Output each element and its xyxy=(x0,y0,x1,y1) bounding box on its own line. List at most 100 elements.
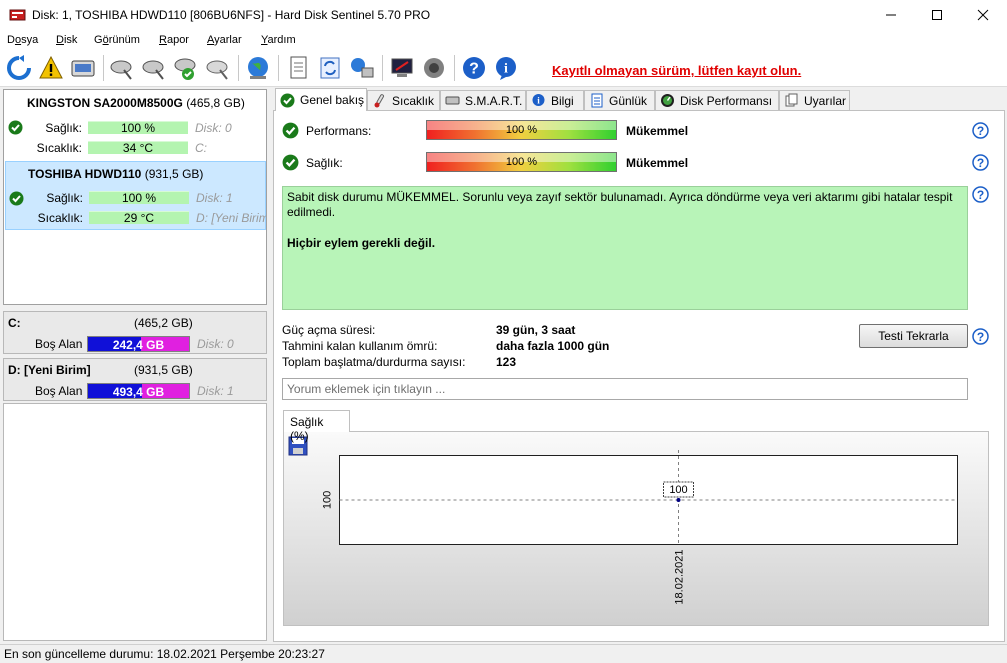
retest-button[interactable]: Testi Tekrarla xyxy=(859,324,968,348)
disk-number: Disk: 0 xyxy=(197,337,234,351)
ok-check-icon xyxy=(282,122,299,139)
left-empty-area xyxy=(3,403,267,641)
info-icon: i xyxy=(532,94,545,106)
partition-item-d[interactable]: D: [Yeni Birim] (931,5 GB) Boş Alan 493,… xyxy=(3,358,267,401)
drive-info-icon[interactable] xyxy=(69,54,97,82)
temperature-label: Sıcaklık: xyxy=(36,141,82,155)
temperature-bar: 34 °C xyxy=(88,141,188,154)
partition-name: D: [Yeni Birim] xyxy=(8,363,91,377)
tab-temperature[interactable]: Sıcaklık xyxy=(367,90,440,110)
help-icon[interactable]: ? xyxy=(972,186,989,203)
status-text: Sabit disk durumu MÜKEMMEL. Sorunlu veya… xyxy=(287,190,953,219)
status-action: Hiçbir eylem gerekli değil. xyxy=(287,236,436,250)
health-chart: 100 100 18.02.2021 xyxy=(322,450,958,605)
refresh-icon[interactable] xyxy=(5,54,33,82)
performance-bar: 100 % xyxy=(426,120,617,140)
globe-icon[interactable] xyxy=(244,54,272,82)
menu-gorunum[interactable]: Görünüm xyxy=(94,34,140,46)
maximize-button[interactable] xyxy=(914,0,960,30)
toolbar-separator xyxy=(278,55,279,81)
svg-text:?: ? xyxy=(977,330,984,344)
ok-check-icon xyxy=(280,93,295,107)
sound-icon[interactable] xyxy=(420,54,448,82)
ok-check-icon xyxy=(282,154,299,171)
minimize-button[interactable] xyxy=(868,0,914,30)
disk-test-icon[interactable] xyxy=(108,54,136,82)
disk-item-toshiba[interactable]: TOSHIBA HDWD110 (931,5 GB) Sağlık: 100 %… xyxy=(5,161,266,230)
tab-overview[interactable]: Genel bakış xyxy=(275,88,367,111)
temperature-bar: 29 °C xyxy=(89,211,189,224)
tab-alerts[interactable]: Uyarılar xyxy=(779,90,850,110)
free-space-bar: 493,4 GB xyxy=(87,383,190,399)
maximize-icon xyxy=(932,10,942,20)
disk-surface-icon[interactable] xyxy=(140,54,168,82)
partition-item-c[interactable]: C: (465,2 GB) Boş Alan 242,4 GB Disk: 0 xyxy=(3,311,267,354)
ok-check-icon xyxy=(9,191,24,206)
lifetime-label: Tahmini kalan kullanım ömrü: xyxy=(282,339,438,353)
start-stop-value: 123 xyxy=(496,355,517,369)
performance-label: Performans: xyxy=(306,124,372,138)
partition-size: (465,2 GB) xyxy=(134,316,193,330)
chart-data-point xyxy=(676,498,681,502)
help-icon[interactable]: ? xyxy=(460,54,488,82)
menu-rapor[interactable]: Rapor xyxy=(159,34,189,46)
chart-point-label: 100 xyxy=(669,484,687,496)
window-title: Disk: 1, TOSHIBA HDWD110 [806BU6NFS] - H… xyxy=(32,8,431,22)
disk-ok-icon[interactable] xyxy=(172,54,200,82)
disk-number: Disk: 1 xyxy=(197,384,234,398)
tab-disk-performance[interactable]: Disk Performansı xyxy=(655,90,779,110)
performance-rating: Mükemmel xyxy=(626,124,689,138)
menu-yardim[interactable]: Yardım xyxy=(261,34,296,46)
health-label: Sağlık: xyxy=(45,121,82,135)
power-on-label: Güç açma süresi: xyxy=(282,323,376,337)
disk-number: Disk: 1 xyxy=(196,191,233,205)
hard-disk-sentinel-logo-icon xyxy=(9,9,26,21)
monitor-icon[interactable] xyxy=(388,54,416,82)
toolbar-separator xyxy=(382,55,383,81)
health-value: 100 % xyxy=(505,156,538,168)
disk-number: Disk: 0 xyxy=(195,121,232,135)
alerts-icon xyxy=(785,93,798,107)
status-description: Sabit disk durumu MÜKEMMEL. Sorunlu veya… xyxy=(282,186,968,310)
performance-value: 100 % xyxy=(505,124,538,136)
report-icon[interactable] xyxy=(284,54,312,82)
toolbar-separator xyxy=(103,55,104,81)
health-bar: 100 % xyxy=(426,152,617,172)
svg-text:?: ? xyxy=(977,156,984,170)
menu-bar xyxy=(0,30,1007,50)
help-icon[interactable]: ? xyxy=(972,328,989,345)
temperature-label: Sıcaklık: xyxy=(37,211,83,225)
menu-ayarlar[interactable]: Ayarlar xyxy=(207,34,242,46)
comment-input[interactable]: Yorum eklemek için tıklayın ... xyxy=(282,378,968,400)
tab-smart[interactable]: S.M.A.R.T. xyxy=(440,90,526,110)
free-space-value: 242,4 GB xyxy=(112,338,165,352)
alert-icon[interactable] xyxy=(37,54,65,82)
disk-icon xyxy=(445,96,460,105)
health-rating: Mükemmel xyxy=(626,156,689,170)
sync-icon[interactable] xyxy=(316,54,344,82)
disk-tool-icon[interactable] xyxy=(204,54,232,82)
about-icon[interactable]: i xyxy=(492,54,520,82)
help-icon[interactable]: ? xyxy=(972,154,989,171)
ok-check-icon xyxy=(8,120,23,135)
partition-size: (931,5 GB) xyxy=(134,363,193,377)
health-bar: 100 % xyxy=(88,121,188,134)
chart-tab-health[interactable]: Sağlık (%) xyxy=(283,410,350,443)
network-icon[interactable] xyxy=(348,54,376,82)
register-link[interactable]: Kayıtlı olmayan sürüm, lütfen kayıt olun… xyxy=(552,63,801,78)
lifetime-value: daha fazla 1000 gün xyxy=(496,339,610,353)
disk-item-kingston[interactable]: KINGSTON SA2000M8500G (465,8 GB) Sağlık:… xyxy=(5,91,266,160)
disk-name: TOSHIBA HDWD110 (931,5 GB) xyxy=(28,167,204,181)
health-bar: 100 % xyxy=(89,191,189,204)
disk-name: KINGSTON SA2000M8500G (465,8 GB) xyxy=(27,96,245,110)
tab-log[interactable]: Günlük xyxy=(584,90,655,110)
free-space-value: 493,4 GB xyxy=(112,385,165,399)
help-icon[interactable]: ? xyxy=(972,122,989,139)
disk-list-panel: KINGSTON SA2000M8500G (465,8 GB) Sağlık:… xyxy=(3,89,267,305)
menu-dosya[interactable]: Dosya xyxy=(7,34,38,46)
menu-disk[interactable]: Disk xyxy=(56,34,77,46)
log-icon xyxy=(591,93,603,108)
close-button[interactable] xyxy=(960,0,1006,30)
tab-info[interactable]: i Bilgi xyxy=(526,90,584,110)
free-space-label: Boş Alan xyxy=(35,337,83,351)
